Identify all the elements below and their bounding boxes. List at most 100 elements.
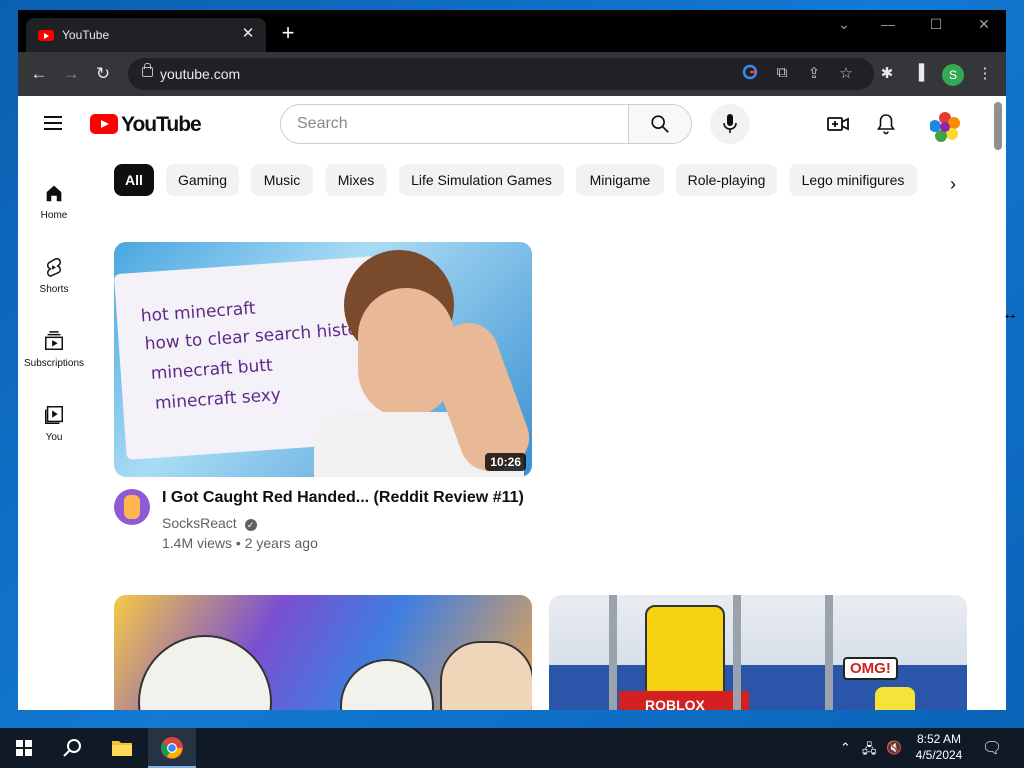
chip-role-playing[interactable]: Role-playing: [676, 164, 777, 196]
forward-button[interactable]: →: [60, 64, 82, 84]
guide-item-you[interactable]: You: [18, 404, 90, 464]
roblox-shirt: ROBLOX: [619, 691, 749, 710]
guide-label: Home: [40, 210, 68, 221]
thumbnail-text: minecraft butt: [150, 355, 274, 384]
back-button[interactable]: ←: [28, 64, 50, 84]
extensions-icon[interactable]: ✱: [876, 64, 898, 82]
side-panel-icon[interactable]: ▐: [908, 64, 930, 81]
channel-name-row: SocksReact ✓: [162, 515, 257, 531]
video-title[interactable]: I Got Caught Red Handed... (Reddit Revie…: [162, 489, 524, 507]
youtube-page: YouTube Search Home Shorts Subscriptions…: [18, 96, 1006, 710]
new-tab-button[interactable]: +: [276, 22, 300, 44]
cartoon-face: [340, 659, 434, 710]
network-icon[interactable]: 🖧: [862, 740, 877, 762]
file-explorer-button[interactable]: [98, 728, 146, 768]
channel-avatar[interactable]: [114, 489, 150, 525]
notifications-bell-icon[interactable]: [874, 112, 898, 136]
chrome-icon: [161, 737, 183, 759]
tray-chevron-up-icon[interactable]: ⌃: [840, 740, 851, 756]
chip-all[interactable]: All: [114, 164, 154, 196]
url-text[interactable]: youtube.com: [160, 66, 240, 82]
volume-muted-icon[interactable]: 🔇: [886, 740, 902, 756]
chip-bar: All Gaming Music Mixes Life Simulation G…: [114, 164, 934, 196]
guide-label: You: [45, 432, 63, 443]
chip-gaming[interactable]: Gaming: [166, 164, 239, 196]
tab-youtube[interactable]: YouTube ✕: [26, 18, 266, 52]
youtube-logo[interactable]: YouTube: [90, 113, 202, 136]
address-bar[interactable]: youtube.com ⧉ ⇪ ☆: [128, 58, 874, 90]
google-lens-icon[interactable]: [740, 64, 760, 84]
minimize-button[interactable]: —: [868, 16, 908, 32]
tab-close-icon[interactable]: ✕: [238, 24, 258, 44]
chip-mixes[interactable]: Mixes: [325, 164, 387, 196]
guide-item-subscriptions[interactable]: Subscriptions: [18, 330, 90, 390]
chip-minigame[interactable]: Minigame: [576, 164, 664, 196]
channel-name[interactable]: SocksReact: [162, 515, 237, 531]
chip-music[interactable]: Music: [251, 164, 313, 196]
subscriptions-icon: [45, 331, 63, 350]
masthead: YouTube: [18, 96, 1006, 152]
shorts-icon: [47, 258, 61, 277]
tab-search-icon[interactable]: ⌄: [824, 16, 864, 33]
logo-text: YouTube: [121, 113, 202, 136]
cartoon-face: [138, 635, 272, 710]
taskbar-search-button[interactable]: [48, 728, 96, 768]
chrome-taskbar-button[interactable]: [148, 728, 196, 768]
jail-bar: [825, 595, 833, 710]
youtube-play-icon: [90, 114, 118, 134]
youtube-favicon-icon: [38, 30, 54, 41]
guide-label: Shorts: [39, 284, 69, 295]
share-icon[interactable]: ⇪: [804, 64, 824, 82]
create-video-icon[interactable]: [826, 112, 850, 136]
account-avatar[interactable]: [929, 112, 960, 142]
chip-lego-minifigures[interactable]: Lego minifigures: [789, 164, 917, 196]
thumbnail-text: hot minecraft: [140, 298, 257, 327]
search-input[interactable]: [281, 105, 627, 143]
guide-item-home[interactable]: Home: [18, 182, 90, 242]
chrome-menu-icon[interactable]: ⋮: [974, 64, 996, 82]
start-button[interactable]: [0, 728, 48, 768]
video-meta: 1.4M views • 2 years ago: [162, 535, 318, 551]
page-scrollbar[interactable]: [994, 102, 1002, 150]
open-in-app-icon[interactable]: ⧉: [772, 64, 792, 81]
tab-strip: YouTube ✕ + ⌄ — ☐ ✕: [18, 10, 1006, 52]
chip-life-simulation-games[interactable]: Life Simulation Games: [399, 164, 564, 196]
bookmark-star-icon[interactable]: ☆: [836, 64, 856, 82]
video-thumbnail[interactable]: hot minecraft how to clear search histor…: [114, 242, 532, 477]
lock-icon[interactable]: [142, 63, 153, 77]
jail-bar: [609, 595, 617, 710]
video-duration: 10:26: [485, 453, 526, 471]
jail-bar: [733, 595, 741, 710]
video-thumbnail[interactable]: [114, 595, 532, 710]
sponge-figure: [875, 687, 915, 710]
home-icon: [46, 185, 62, 202]
notification-center-icon[interactable]: 🗨: [982, 738, 1002, 758]
clock[interactable]: 8:52 AM 4/5/2024: [914, 731, 964, 763]
verified-badge-icon: ✓: [244, 519, 257, 531]
browser-toolbar: ← → ↻ youtube.com ⧉ ⇪ ☆ ✱ ▐ ⋮: [18, 52, 1006, 96]
cartoon-face: [440, 641, 532, 710]
search-box[interactable]: [280, 104, 692, 144]
thumbnail-brand-text: ROBLOX: [645, 697, 705, 710]
search-icon: [63, 739, 81, 757]
reload-button[interactable]: ↻: [92, 64, 114, 84]
search-icon: [651, 115, 669, 133]
clock-date: 4/5/2024: [915, 748, 963, 762]
voice-search-button[interactable]: [710, 104, 750, 144]
profile-avatar[interactable]: S: [942, 64, 964, 86]
clock-time: 8:52 AM: [916, 732, 962, 746]
menu-icon[interactable]: [44, 116, 62, 130]
roblox-head: [645, 605, 725, 699]
maximize-button[interactable]: ☐: [916, 16, 956, 33]
folder-icon: [112, 741, 132, 756]
search-button[interactable]: [628, 105, 691, 143]
thumbnail-text: minecraft sexy: [154, 385, 282, 414]
guide-label: Subscriptions: [23, 358, 85, 369]
avatar-figure: [124, 495, 140, 519]
guide-item-shorts[interactable]: Shorts: [18, 256, 90, 316]
windows-logo-icon: [16, 740, 32, 756]
close-window-button[interactable]: ✕: [964, 16, 1004, 33]
video-thumbnail[interactable]: ROBLOX OMG!: [549, 595, 967, 710]
microphone-icon: [723, 114, 737, 133]
chevron-right-icon[interactable]: ›: [950, 174, 956, 195]
